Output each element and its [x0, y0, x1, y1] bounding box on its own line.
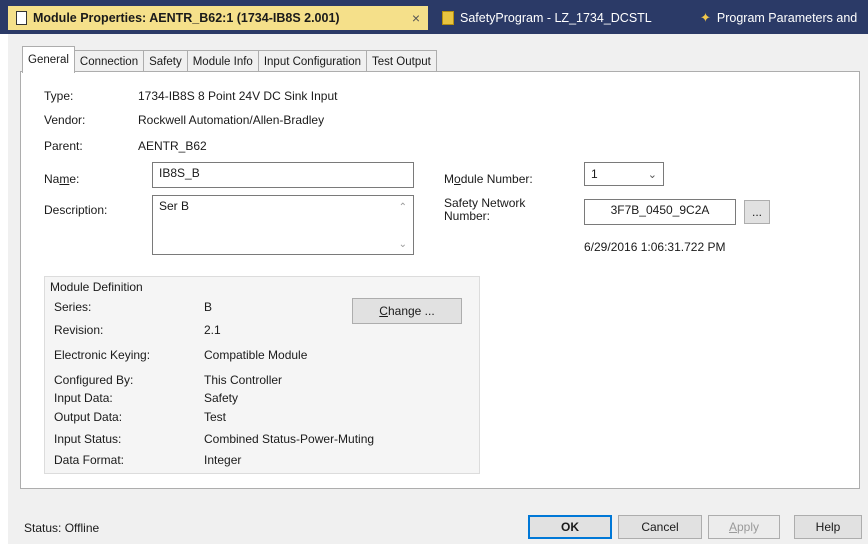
doc-tab-label: Module Properties: AENTR_B62:1 (1734-IB8… — [33, 11, 340, 25]
electronic-keying-label: Electronic Keying: — [54, 348, 151, 362]
input-data-value: Safety — [204, 391, 239, 405]
status-value: Offline — [64, 521, 100, 535]
scroll-up-icon[interactable]: ⌃ — [399, 202, 407, 213]
program-icon — [442, 11, 454, 25]
electronic-keying-value: Compatible Module — [204, 348, 308, 362]
safety-network-number-value: 3F7B_0450_9C2A — [610, 203, 710, 217]
document-icon — [16, 11, 27, 25]
description-label: Description: — [44, 203, 108, 217]
data-format-value: Integer — [204, 453, 242, 467]
help-button[interactable]: Help — [794, 515, 862, 539]
module-number-label: Module Number: — [444, 172, 533, 186]
configured-by-label: Configured By: — [54, 373, 134, 387]
doc-tab-program-parameters[interactable]: ✦ Program Parameters and — [694, 6, 868, 30]
safety-network-browse-button[interactable]: ... — [744, 200, 770, 224]
cancel-button[interactable]: Cancel — [618, 515, 702, 539]
scroll-down-icon[interactable]: ⌄ — [399, 239, 407, 250]
description-textarea[interactable]: Ser B ⌃ ⌄ — [152, 195, 414, 255]
doc-tab-module-properties[interactable]: Module Properties: AENTR_B62:1 (1734-IB8… — [8, 6, 428, 30]
module-number-value: 1 — [591, 167, 598, 181]
type-label: Type: — [44, 89, 74, 103]
safety-network-label: Safety Network Number: — [444, 196, 526, 223]
output-data-label: Output Data: — [54, 410, 123, 424]
parent-label: Parent: — [44, 139, 83, 153]
revision-value: 2.1 — [204, 323, 221, 337]
input-status-value: Combined Status-Power-Muting — [204, 432, 375, 446]
safety-network-timestamp: 6/29/2016 1:06:31.722 PM — [584, 240, 726, 254]
series-label: Series: — [54, 300, 92, 314]
tab-safety[interactable]: Safety — [143, 50, 188, 73]
apply-button[interactable]: Apply — [708, 515, 780, 539]
module-definition-title: Module Definition — [50, 280, 143, 294]
safety-network-number-field[interactable]: 3F7B_0450_9C2A — [584, 199, 736, 225]
doc-tab-label: SafetyProgram - LZ_1734_DCSTL — [460, 11, 652, 25]
description-value: Ser B — [159, 199, 190, 213]
data-format-label: Data Format: — [54, 453, 125, 467]
name-label: Name: — [44, 172, 80, 186]
parameters-icon: ✦ — [700, 10, 711, 25]
type-value: 1734-IB8S 8 Point 24V DC Sink Input — [138, 89, 338, 103]
series-value: B — [204, 300, 213, 314]
name-input[interactable]: IB8S_B — [152, 162, 414, 188]
vendor-value: Rockwell Automation/Allen-Bradley — [138, 113, 325, 127]
chevron-down-icon: ⌄ — [647, 168, 657, 181]
change-button[interactable]: Change ... — [352, 298, 462, 324]
input-status-label: Input Status: — [54, 432, 122, 446]
tab-connection[interactable]: Connection — [73, 50, 145, 73]
tab-test-output[interactable]: Test Output — [366, 50, 437, 73]
property-tabs: General Connection Safety Module Info In… — [22, 46, 437, 73]
name-input-value: IB8S_B — [159, 166, 200, 180]
tab-general[interactable]: General — [22, 46, 75, 73]
tab-module-info[interactable]: Module Info — [186, 50, 259, 73]
parent-value: AENTR_B62 — [138, 139, 207, 153]
revision-label: Revision: — [54, 323, 104, 337]
tab-input-configuration[interactable]: Input Configuration — [257, 50, 368, 73]
input-data-label: Input Data: — [54, 391, 113, 405]
vendor-label: Vendor: — [44, 113, 86, 127]
status-label: Status: Offline — [24, 521, 100, 535]
ok-button[interactable]: OK — [528, 515, 612, 539]
doc-tab-safety-program[interactable]: SafetyProgram - LZ_1734_DCSTL — [436, 6, 694, 30]
output-data-value: Test — [204, 410, 227, 424]
configured-by-value: This Controller — [204, 373, 283, 387]
doc-tab-label: Program Parameters and — [716, 11, 858, 25]
document-tab-strip: Module Properties: AENTR_B62:1 (1734-IB8… — [0, 0, 868, 34]
close-icon[interactable]: × — [412, 10, 420, 26]
module-number-select[interactable]: 1 ⌄ — [584, 162, 664, 186]
